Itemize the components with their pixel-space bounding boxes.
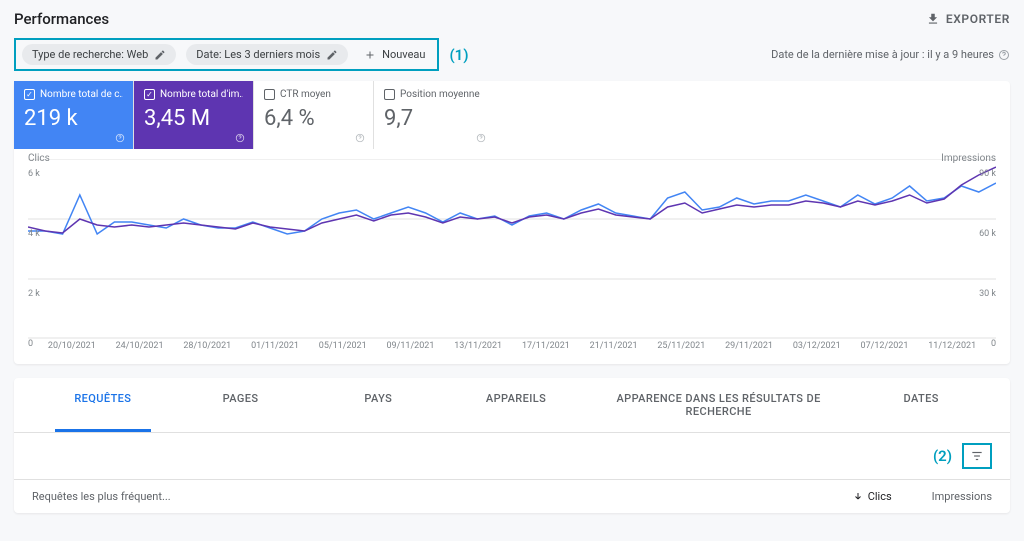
metric-impressions[interactable]: Nombre total d'im... 3,45 M [134, 81, 254, 149]
metric-ctr[interactable]: CTR moyen 6,4 % [254, 81, 374, 149]
column-header-queries[interactable]: Requêtes les plus fréquent... [32, 490, 171, 503]
column-header-impressions[interactable]: Impressions [932, 490, 992, 503]
x-axis: 20/10/202124/10/202128/10/202101/11/2021… [28, 337, 996, 359]
tab-search-appearance[interactable]: APPARENCE DANS LES RÉSULTATS DE RECHERCH… [585, 378, 852, 432]
add-filter-label: Nouveau [382, 48, 425, 61]
help-icon[interactable] [355, 133, 365, 143]
last-update-text: Date de la dernière mise à jour : il y a… [771, 48, 1010, 61]
metric-label: CTR moyen [280, 89, 331, 100]
metric-value: 3,45 M [144, 106, 243, 131]
filters-group-highlight: Type de recherche: Web Date: Les 3 derni… [14, 38, 439, 71]
column-header-clicks[interactable]: Clics [852, 490, 892, 503]
help-icon[interactable] [235, 133, 245, 143]
plus-icon [364, 49, 376, 61]
filter-chip-search-type[interactable]: Type de recherche: Web [22, 44, 176, 65]
column-label: Clics [868, 490, 892, 503]
metric-label: Position moyenne [400, 89, 480, 100]
tab-queries[interactable]: REQUÊTES [34, 378, 172, 432]
table-panel: REQUÊTES PAGES PAYS APPAREILS APPARENCE … [14, 378, 1010, 513]
checkbox-icon [144, 89, 155, 100]
metric-position[interactable]: Position moyenne 9,7 [374, 81, 494, 149]
page-title: Performances [14, 10, 109, 28]
metric-row: Nombre total de c... 219 k Nombre total … [14, 81, 1010, 149]
filter-icon [969, 449, 985, 463]
checkbox-icon [384, 89, 395, 100]
export-label: EXPORTER [946, 12, 1010, 26]
last-update-label: Date de la dernière mise à jour : il y a… [771, 48, 994, 61]
filter-button[interactable] [962, 443, 992, 469]
annotation-1: (1) [449, 46, 468, 64]
table-header-row: Requêtes les plus fréquent... Clics Impr… [14, 479, 1010, 513]
metric-label: Nombre total d'im... [160, 89, 243, 100]
tab-pages[interactable]: PAGES [172, 378, 310, 432]
checkbox-icon [24, 89, 35, 100]
chart-area: Clics Impressions 6 k 4 k 2 k 0 90 k 60 … [14, 149, 1010, 364]
metric-value: 9,7 [384, 106, 484, 131]
tabs: REQUÊTES PAGES PAYS APPAREILS APPARENCE … [14, 378, 1010, 433]
line-chart [28, 159, 996, 339]
tab-dates[interactable]: DATES [852, 378, 990, 432]
pencil-icon [154, 49, 166, 61]
filter-chip-date[interactable]: Date: Les 3 derniers mois [186, 44, 348, 65]
chip-label: Date: Les 3 derniers mois [196, 48, 320, 61]
tab-devices[interactable]: APPAREILS [447, 378, 585, 432]
pencil-icon [326, 49, 338, 61]
download-icon [926, 12, 940, 26]
tab-countries[interactable]: PAYS [309, 378, 447, 432]
metric-clicks[interactable]: Nombre total de c... 219 k [14, 81, 134, 149]
help-icon[interactable] [998, 49, 1010, 61]
checkbox-icon [264, 89, 275, 100]
annotation-2: (2) [933, 447, 952, 465]
help-icon[interactable] [115, 133, 125, 143]
y-axis-left-label: Clics [28, 153, 50, 164]
arrow-down-icon [852, 491, 864, 503]
help-icon[interactable] [476, 133, 486, 143]
export-button[interactable]: EXPORTER [926, 12, 1010, 26]
y-axis-right-label: Impressions [941, 153, 996, 164]
metric-value: 219 k [24, 106, 123, 131]
chip-label: Type de recherche: Web [32, 48, 148, 61]
metric-value: 6,4 % [264, 106, 363, 131]
performance-card: Nombre total de c... 219 k Nombre total … [14, 81, 1010, 364]
add-filter-button[interactable]: Nouveau [358, 44, 431, 65]
metric-label: Nombre total de c... [40, 89, 123, 100]
